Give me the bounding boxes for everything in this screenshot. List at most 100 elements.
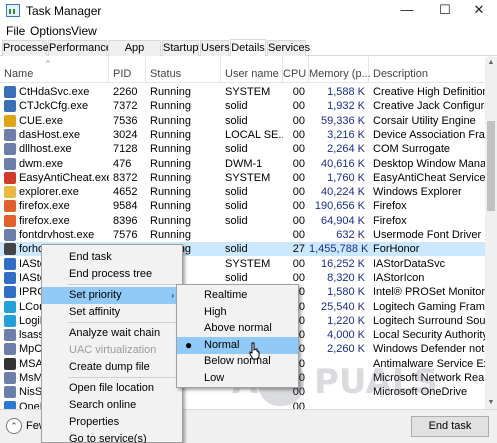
menu-separator	[68, 377, 180, 378]
tab-users[interactable]: Users	[200, 40, 230, 56]
process-name-cell: dwm.exe	[0, 157, 109, 171]
process-pid-cell: 7576	[113, 229, 138, 241]
table-row[interactable]: dwm.exe 476 Running DWM-1 00 40,616 K Desktop …	[0, 157, 485, 171]
scroll-up-icon[interactable]: ▲	[485, 57, 497, 69]
process-user-cell	[221, 400, 283, 409]
table-row[interactable]: firefox.exe 8396 Running solid 00 64,904 K Fir…	[0, 214, 485, 228]
process-desc-cell: IAStorIcon	[373, 271, 425, 284]
process-name-cell: dllhost.exe	[0, 142, 109, 156]
process-user-cell: solid	[225, 186, 248, 199]
process-icon	[4, 343, 16, 356]
context-menu-item-set-affinity[interactable]: Set affinity	[42, 304, 182, 321]
table-row[interactable]: explorer.exe 4652 Running solid 00 40,224 K Wi…	[0, 185, 485, 199]
process-icon	[4, 243, 16, 256]
table-row[interactable]: dasHost.exe 3024 Running LOCAL SE... 00 3,216…	[0, 128, 485, 142]
process-cpu-cell: 00	[292, 143, 305, 156]
context-menu-item-create-dump-file[interactable]: Create dump file	[42, 359, 182, 376]
table-row[interactable]: CTJckCfg.exe 7372 Running solid 00 1,932 K Cre…	[0, 99, 485, 113]
table-row[interactable]: fontdrvhost.exe 7576 Running 00 632 K Usermod…	[0, 228, 485, 242]
process-pid-cell: 9584	[113, 200, 138, 213]
close-button[interactable]: ✕	[461, 0, 497, 22]
tab-performance[interactable]: Performance	[48, 40, 112, 56]
vertical-scrollbar[interactable]: ▲ ▼	[485, 57, 497, 409]
priority-item-realtime[interactable]: Realtime	[177, 287, 298, 304]
process-desc-cell: Windows Defender notif...	[373, 343, 485, 356]
priority-item-below-normal[interactable]: Below normal	[177, 353, 298, 370]
context-menu-item-go-to-service-s[interactable]: Go to service(s)	[42, 431, 182, 443]
context-menu-item-label: Create dump file	[69, 361, 150, 373]
menu-options[interactable]: Options	[30, 24, 71, 38]
process-icon	[4, 100, 16, 113]
priority-item-high[interactable]: High	[177, 304, 298, 321]
column-header-name[interactable]: Name	[0, 57, 109, 83]
priority-item-above-normal[interactable]: Above normal	[177, 320, 298, 337]
context-menu-item-open-file-location[interactable]: Open file location	[42, 380, 182, 397]
process-desc-cell: Intel® PROSet Monitori...	[373, 286, 485, 299]
table-row[interactable]: firefox.exe 9584 Running solid 00 190,656 K Fi…	[0, 199, 485, 213]
process-name: EasyAntiCheat.exe	[19, 171, 109, 184]
tab-app-history[interactable]: App history	[108, 40, 161, 68]
minimize-button[interactable]: —	[389, 0, 425, 22]
scroll-thumb[interactable]	[487, 121, 495, 211]
table-row[interactable]: CUE.exe 7536 Running solid 00 59,336 K Corsair…	[0, 114, 485, 128]
process-cpu-cell: 00	[292, 86, 305, 98]
process-desc-cell: Desktop Window Manag...	[373, 157, 485, 170]
mouse-cursor-icon	[249, 342, 260, 360]
process-cpu-cell: 00	[292, 186, 305, 199]
tab-details[interactable]: Details	[230, 39, 266, 56]
context-menu-item-uac-virtualization[interactable]: UAC virtualization	[42, 342, 182, 359]
priority-item-low[interactable]: Low	[177, 370, 298, 387]
column-header-description[interactable]: Description	[369, 57, 485, 83]
process-name-cell: CtHdaSvc.exe	[0, 85, 109, 99]
tab-services[interactable]: Services	[267, 40, 310, 56]
column-header-pid[interactable]: PID	[109, 57, 146, 83]
context-menu-item-end-process-tree[interactable]: End process tree	[42, 266, 182, 283]
context-menu-item-label: Properties	[69, 416, 120, 428]
tab-processes[interactable]: Processes	[2, 40, 54, 56]
process-pid-cell: 8396	[113, 214, 138, 227]
scroll-down-icon[interactable]: ▼	[485, 397, 497, 409]
context-menu-item-end-task[interactable]: End task	[42, 249, 182, 266]
menu-file[interactable]: File	[6, 24, 25, 38]
process-user-cell: solid	[225, 243, 248, 256]
task-manager-icon	[6, 4, 20, 17]
process-mem-cell: 16,252 K	[320, 257, 365, 270]
column-header-status[interactable]: Status	[146, 57, 221, 83]
chevron-up-icon[interactable]: ⌃	[6, 418, 22, 434]
process-cpu-cell: 00	[292, 214, 305, 227]
process-mem-cell: 40,616 K	[320, 157, 365, 170]
priority-item-label: High	[204, 305, 227, 318]
process-mem-cell: 3,216 K	[327, 128, 365, 141]
process-icon	[4, 400, 16, 409]
tab-startup[interactable]: Startup	[162, 40, 199, 56]
process-desc-cell: Device Association Fra...	[373, 128, 485, 141]
process-pid-cell: 3024	[113, 128, 138, 141]
priority-item-label: Normal	[204, 338, 240, 351]
menu-view[interactable]: View	[71, 24, 97, 38]
process-cpu-cell: 00	[292, 128, 305, 141]
table-row[interactable]: EasyAntiCheat.exe 8372 Running SYSTEM 00 1,76…	[0, 171, 485, 185]
column-header-cpu[interactable]: CPU	[283, 57, 309, 83]
priority-item-label: Realtime	[204, 289, 248, 301]
process-cpu-cell: 00	[292, 157, 305, 170]
table-row[interactable]: dllhost.exe 7128 Running solid 00 2,264 K COM …	[0, 142, 485, 156]
column-header-user-name[interactable]: User name	[221, 57, 283, 83]
context-menu-item-properties[interactable]: Properties	[42, 414, 182, 431]
priority-item-normal[interactable]: ● Normal	[177, 336, 298, 354]
context-menu-item-search-online[interactable]: Search online	[42, 397, 182, 414]
maximize-button[interactable]: ☐	[427, 0, 463, 22]
context-menu-item-set-priority[interactable]: Set priority ›	[42, 287, 182, 304]
context-menu-item-analyze-wait-chain[interactable]: Analyze wait chain	[42, 325, 182, 342]
process-mem-cell: 2,264 K	[327, 143, 365, 156]
priority-item-label: Above normal	[204, 322, 272, 334]
process-cpu-cell: 00	[292, 100, 305, 113]
process-icon	[4, 157, 16, 170]
process-desc-cell: Logitech Gaming Frame...	[373, 300, 485, 313]
process-name: CUE.exe	[19, 114, 64, 127]
column-header-memory[interactable]: Memory (p...	[309, 57, 371, 83]
process-user-cell: DWM-1	[225, 157, 263, 170]
process-icon	[4, 229, 16, 241]
process-status-cell: Running	[150, 214, 191, 227]
end-task-button[interactable]: End task	[411, 416, 489, 437]
table-row[interactable]: CtHdaSvc.exe 2260 Running SYSTEM 00 1,588 K Cr…	[0, 85, 485, 99]
